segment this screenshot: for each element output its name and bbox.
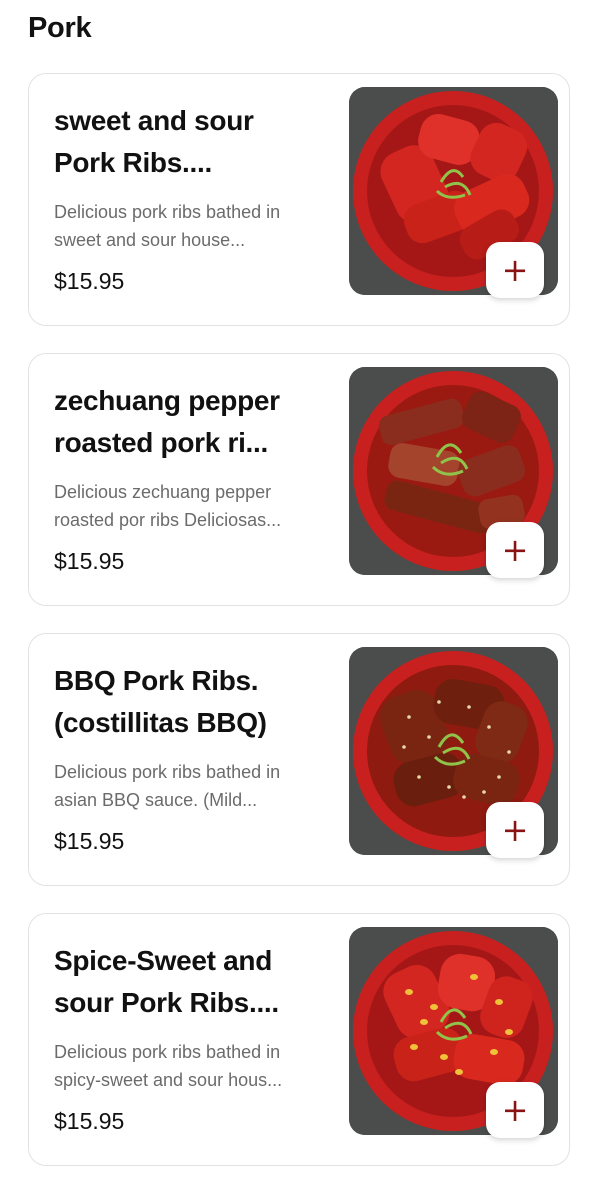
menu-item-text: BBQ Pork Ribs. (costillitas BBQ) Delicio…: [54, 660, 319, 814]
menu-item-text: Spice-Sweet and sour Pork Ribs.... Delic…: [54, 940, 319, 1094]
plus-icon: +: [501, 531, 529, 569]
menu-item-card[interactable]: zechuang pepper roasted pork ri... Delic…: [28, 353, 570, 606]
add-to-cart-button[interactable]: +: [486, 242, 544, 298]
add-to-cart-button[interactable]: +: [486, 802, 544, 858]
menu-item-name: BBQ Pork Ribs. (costillitas BBQ): [54, 665, 267, 738]
menu-item-name: sweet and sour Pork Ribs....: [54, 105, 254, 178]
menu-item-list: sweet and sour Pork Ribs.... Delicious p…: [28, 73, 570, 1193]
menu-item-description: Delicious pork ribs bathed in asian BBQ …: [54, 762, 281, 810]
menu-item-card[interactable]: sweet and sour Pork Ribs.... Delicious p…: [28, 73, 570, 326]
menu-item-name: zechuang pepper roasted pork ri...: [54, 385, 280, 458]
menu-item-description: Delicious pork ribs bathed in sweet and …: [54, 202, 281, 250]
add-to-cart-button[interactable]: +: [486, 1082, 544, 1138]
menu-item-description: Delicious pork ribs bathed in spicy-swee…: [54, 1042, 283, 1090]
menu-item-text: sweet and sour Pork Ribs.... Delicious p…: [54, 100, 319, 254]
menu-item-price: $15.95: [54, 1108, 125, 1134]
menu-item-card[interactable]: Spice-Sweet and sour Pork Ribs.... Delic…: [28, 913, 570, 1166]
add-to-cart-button[interactable]: +: [486, 522, 544, 578]
menu-item-price: $15.95: [54, 548, 125, 574]
plus-icon: +: [501, 251, 529, 289]
menu-item-price: $15.95: [54, 828, 125, 854]
plus-icon: +: [501, 811, 529, 849]
menu-item-text: zechuang pepper roasted pork ri... Delic…: [54, 380, 319, 534]
menu-item-card[interactable]: BBQ Pork Ribs. (costillitas BBQ) Delicio…: [28, 633, 570, 886]
menu-item-name: Spice-Sweet and sour Pork Ribs....: [54, 945, 279, 1018]
menu-item-price: $15.95: [54, 268, 125, 294]
plus-icon: +: [501, 1091, 529, 1129]
menu-item-description: Delicious zechuang pepper roasted por ri…: [54, 482, 282, 530]
section-title: Pork: [28, 12, 92, 44]
